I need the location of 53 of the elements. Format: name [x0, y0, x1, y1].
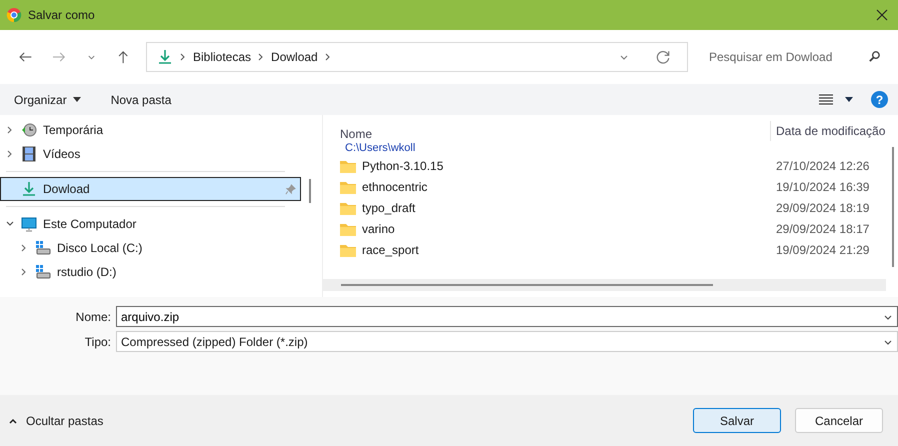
search-icon[interactable] [868, 50, 881, 63]
scrollbar-thumb[interactable] [892, 147, 894, 267]
drive-icon [35, 240, 51, 256]
breadcrumb[interactable]: Bibliotecas [193, 50, 252, 64]
sidebar-item[interactable]: Este Computador [0, 212, 301, 236]
film-icon [21, 146, 37, 162]
chevron-right-icon [257, 53, 266, 61]
sidebar-item[interactable]: rstudio (D:) [0, 260, 301, 284]
refresh-icon[interactable] [655, 49, 671, 65]
field-label: Tipo: [84, 334, 112, 348]
clock-icon [21, 122, 37, 138]
list-view-icon[interactable] [819, 94, 833, 106]
organize-menu-button[interactable]: Organizar [6, 88, 89, 110]
filename-field[interactable]: arquivo.zip [116, 306, 898, 327]
column-header[interactable]: Nome [340, 127, 770, 141]
download-icon [21, 181, 37, 197]
dropdown-triangle-icon [72, 97, 81, 102]
breadcrumb[interactable]: Dowload [271, 50, 318, 64]
download-icon [157, 49, 173, 65]
file-name[interactable]: ethnocentric [362, 180, 770, 194]
sidebar-item[interactable]: Temporária [0, 118, 301, 142]
cancel-button[interactable]: Cancelar [795, 408, 883, 433]
scrollbar-thumb[interactable] [309, 179, 311, 203]
file-name[interactable]: race_sport [362, 242, 770, 256]
window-title: Salvar como [28, 8, 96, 22]
chevron-right-icon [179, 53, 187, 61]
modified-date: 29/09/2024 18:17 [776, 222, 870, 236]
chevron-right-icon[interactable] [324, 53, 332, 61]
modified-date: 29/09/2024 18:19 [776, 200, 870, 214]
sidebar-item[interactable]: Disco Local (C:) [0, 236, 301, 260]
sidebar-item[interactable]: Dowload [0, 177, 301, 201]
modified-date: 19/09/2024 21:29 [776, 242, 870, 256]
new-folder-button[interactable]: Nova pasta [102, 88, 180, 110]
folder-path: C:\Users\wkoll [344, 141, 416, 155]
help-button[interactable]: ? [871, 91, 888, 108]
monitor-icon [21, 216, 37, 232]
address-bar[interactable]: Bibliotecas Dowload [146, 42, 688, 72]
browser-icon [6, 7, 22, 23]
scrollbar-thumb[interactable] [341, 284, 713, 286]
save-button[interactable]: Salvar [693, 408, 781, 433]
modified-date: 19/10/2024 16:39 [776, 180, 870, 194]
drive-icon [35, 264, 51, 280]
modified-date: 27/10/2024 12:26 [776, 158, 870, 172]
file-type-dropdown[interactable]: Compressed (zipped) Folder (*.zip) [116, 331, 898, 352]
close-icon[interactable] [876, 9, 888, 21]
file-name[interactable]: typo_draft [362, 200, 770, 214]
sidebar-item[interactable]: Vídeos [0, 142, 301, 166]
field-label: Nome: [74, 310, 112, 324]
column-header[interactable]: Data de modificação [770, 121, 898, 141]
dropdown-triangle-icon[interactable] [845, 97, 853, 102]
hide-folders-button[interactable]: Ocultar pastas [8, 412, 104, 430]
file-name[interactable]: varino [362, 222, 770, 236]
file-name[interactable]: Python-3.10.15 [362, 158, 770, 172]
